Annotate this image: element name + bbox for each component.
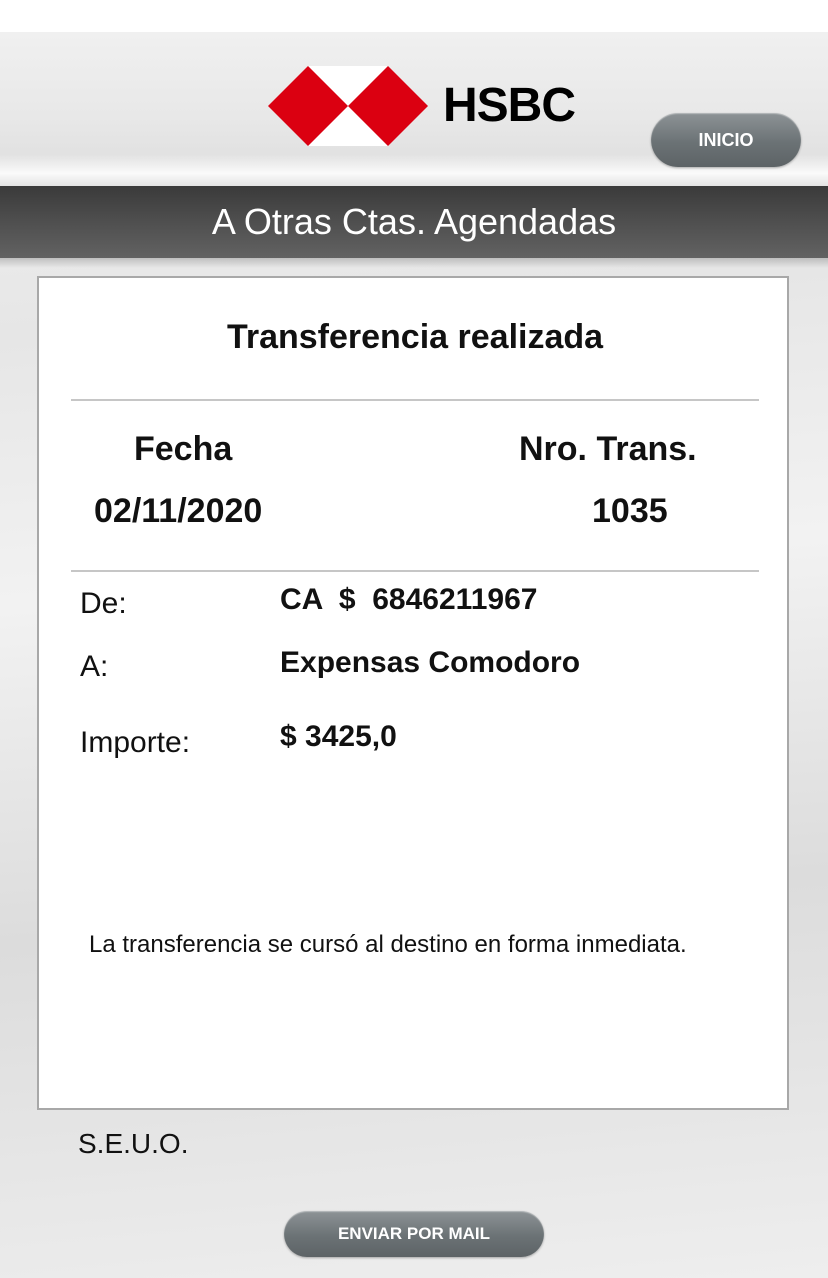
divider [71, 399, 759, 401]
to-label: A: [80, 650, 109, 683]
send-mail-button[interactable]: ENVIAR POR MAIL [284, 1211, 544, 1257]
app-header: HSBC INICIO [0, 32, 828, 187]
hsbc-hexagon-icon [268, 66, 428, 146]
transfer-note: La transferencia se cursó al destino en … [89, 931, 687, 958]
from-account-value: CA $ 6846211967 [280, 583, 538, 616]
hsbc-logo: HSBC [268, 66, 588, 146]
title-bar-shadow [0, 258, 828, 268]
home-button[interactable]: INICIO [651, 113, 801, 167]
disclaimer-text: S.E.U.O. [78, 1128, 189, 1159]
date-value: 02/11/2020 [94, 492, 263, 530]
receipt-card: Transferencia realizada Fecha Nro. Trans… [37, 276, 789, 1110]
amount-value: $ 3425,0 [280, 720, 397, 753]
logo-wordmark: HSBC [443, 79, 576, 132]
page-title: A Otras Ctas. Agendadas [0, 186, 828, 258]
divider [71, 570, 759, 572]
receipt-heading: Transferencia realizada [226, 318, 604, 356]
transaction-label: Nro. Trans. [519, 430, 697, 468]
to-account-value: Expensas Comodoro [280, 646, 581, 679]
transaction-value: 1035 [592, 492, 668, 530]
status-area [0, 0, 828, 32]
amount-label: Importe: [80, 726, 191, 759]
from-label: De: [80, 587, 127, 620]
date-label: Fecha [134, 430, 233, 468]
